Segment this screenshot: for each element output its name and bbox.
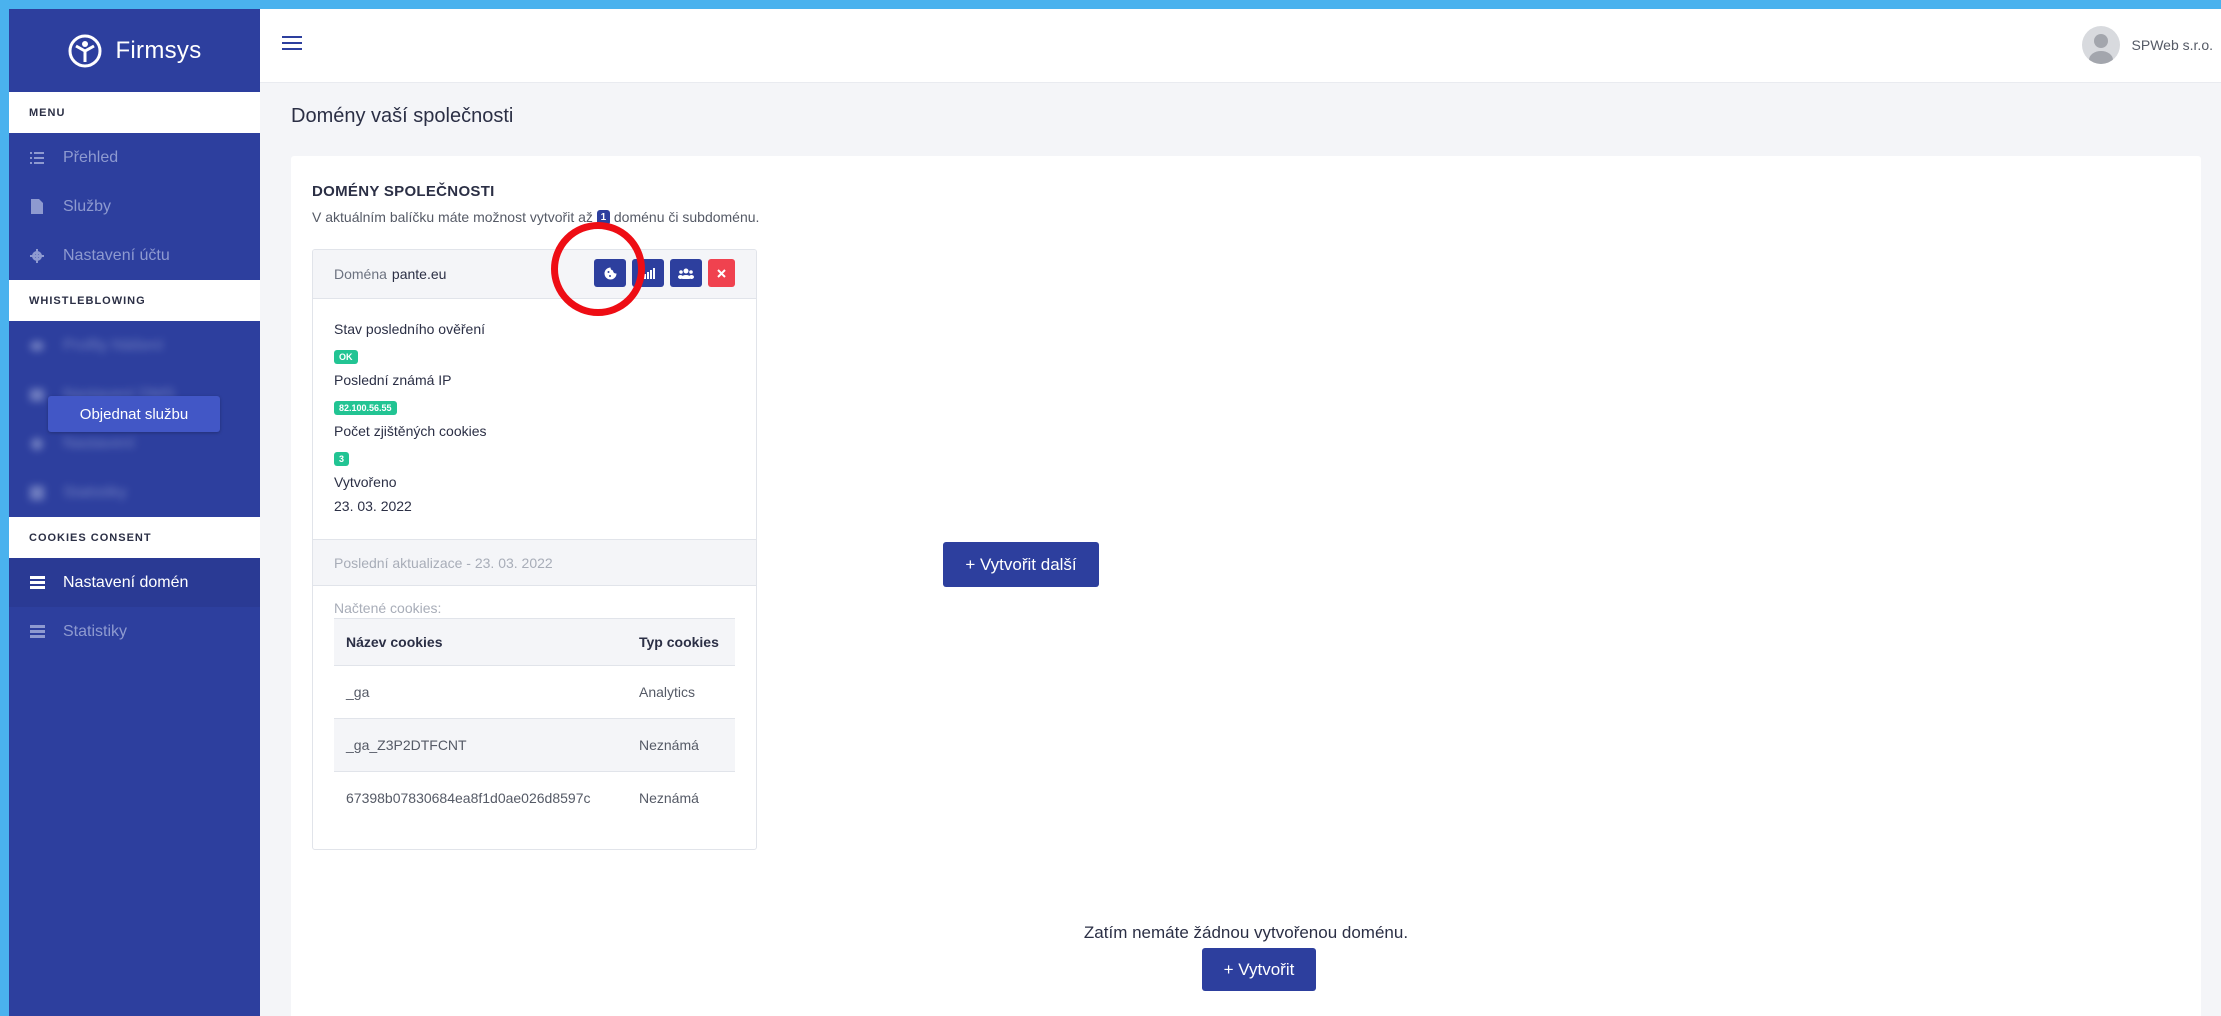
close-icon <box>717 268 726 278</box>
sidebar-item-label: Statistiky <box>63 622 128 640</box>
sidebar-item-prehled[interactable]: Přehled <box>9 133 260 182</box>
cookie-name: 67398b07830684ea8f1d0ae026d8597c <box>334 771 639 825</box>
description-text: V aktuálním balíčku máte možnost vytvoři… <box>312 209 593 225</box>
gear-icon <box>29 248 45 264</box>
domain-card-header: Doména pante.eu <box>313 250 756 299</box>
whistleblowing-section: Profily hlášení Nastavení DMS Nastavení … <box>9 321 260 517</box>
table-header-row: Název cookies Typ cookies <box>334 618 735 666</box>
sidebar-item-label: Nastavení domén <box>63 573 189 591</box>
created-value: 23. 03. 2022 <box>334 498 412 514</box>
sidebar-header-cookies: COOKIES CONSENT <box>9 517 260 558</box>
cookie-name: _ga_Z3P2DTFCNT <box>334 718 639 772</box>
brand-logo[interactable]: Firmsys <box>9 9 260 92</box>
cookie-name: _ga <box>334 665 639 719</box>
ip-label: Poslední známá IP <box>334 372 452 388</box>
last-update: Poslední aktualizace - 23. 03. 2022 <box>313 539 756 586</box>
column-header-name: Název cookies <box>334 618 639 666</box>
status-label: Stav posledního ověření <box>334 321 485 337</box>
page-title: Domény vaší společnosti <box>291 105 514 127</box>
eye-icon <box>29 338 45 354</box>
sidebar-item-sluzby[interactable]: Služby <box>9 182 260 231</box>
user-menu[interactable]: SPWeb s.r.o. <box>2081 26 2213 64</box>
sidebar-item-label: Nastavení účtu <box>63 246 170 264</box>
avatar[interactable] <box>2081 26 2120 64</box>
table-row: _ga Analytics <box>334 665 735 719</box>
domain-label: Doména <box>334 266 387 282</box>
sidebar-item-nastaveni-domen[interactable]: Nastavení domén <box>9 558 260 607</box>
delete-button[interactable] <box>708 259 735 287</box>
cookie-type: Analytics <box>639 665 735 719</box>
table-icon <box>29 575 45 591</box>
chart-icon <box>29 485 45 501</box>
sidebar-item-label: Statistiky <box>63 483 128 501</box>
sidebar-item-nastaveni-uctu[interactable]: Nastavení účtu <box>9 231 260 280</box>
brand-name: Firmsys <box>115 36 202 64</box>
sidebar-item-label: Profily hlášení <box>63 336 164 354</box>
topbar: SPWeb s.r.o. <box>260 9 2221 83</box>
cookies-table: Název cookies Typ cookies _ga Analytics … <box>334 618 735 825</box>
cookies-count-label: Počet zjištěných cookies <box>334 423 487 439</box>
firmsys-logo-icon <box>68 34 102 67</box>
gear-icon <box>29 436 45 452</box>
user-name[interactable]: SPWeb s.r.o. <box>2132 37 2213 53</box>
sidebar-item-label: Služby <box>63 197 112 215</box>
folder-icon <box>29 387 45 403</box>
cookie-type: Neznámá <box>639 771 735 825</box>
domain-name: pante.eu <box>391 266 447 282</box>
status-badge: OK <box>334 350 358 364</box>
hamburger-menu-icon[interactable] <box>282 36 302 52</box>
list-icon <box>29 150 45 166</box>
cookies-loaded-label: Načtené cookies: <box>334 600 442 616</box>
domain-card: Doména pante.eu Stav posledního ověření … <box>312 249 757 850</box>
domain-card-body: Stav posledního ověření OK Poslední znám… <box>313 299 756 539</box>
section-title: DOMÉNY SPOLEČNOSTI <box>312 183 495 200</box>
created-label: Vytvořeno <box>334 474 397 490</box>
create-more-button[interactable]: + Vytvořit další <box>943 542 1099 587</box>
sidebar-item-profily: Profily hlášení <box>9 321 260 370</box>
description-text-end: doménu či subdoménu. <box>613 209 760 225</box>
cookies-count-badge: 3 <box>334 452 350 466</box>
order-service-button[interactable]: Objednat službu <box>48 396 220 432</box>
sidebar-item-label: Přehled <box>63 148 119 166</box>
app-window: Firmsys MENU Přehled Služby Nastavení úč… <box>9 9 2221 1016</box>
table-icon <box>29 624 45 640</box>
create-button[interactable]: + Vytvořit <box>1202 948 1316 991</box>
sidebar-header-menu: MENU <box>9 92 260 133</box>
users-icon <box>678 268 694 279</box>
sidebar-item-label: Nastavení <box>63 434 136 452</box>
highlight-circle <box>551 222 645 316</box>
column-header-type: Typ cookies <box>639 618 735 666</box>
sidebar: Firmsys MENU Přehled Služby Nastavení úč… <box>9 9 260 1016</box>
sidebar-header-whistleblowing: WHISTLEBLOWING <box>9 280 260 321</box>
table-row: _ga_Z3P2DTFCNT Neznámá <box>334 718 735 772</box>
empty-state-message: Zatím nemáte žádnou vytvořenou doménu. <box>1083 923 1409 942</box>
ip-badge: 82.100.56.55 <box>334 401 397 415</box>
users-button[interactable] <box>670 259 702 287</box>
sidebar-item-statistiky-wb: Statistiky <box>9 468 260 517</box>
cookie-type: Neznámá <box>639 718 735 772</box>
section-description: V aktuálním balíčku máte možnost vytvoři… <box>312 209 759 225</box>
table-row: 67398b07830684ea8f1d0ae026d8597c Neznámá <box>334 771 735 825</box>
sidebar-item-statistiky[interactable]: Statistiky <box>9 607 260 656</box>
document-icon <box>29 199 45 215</box>
